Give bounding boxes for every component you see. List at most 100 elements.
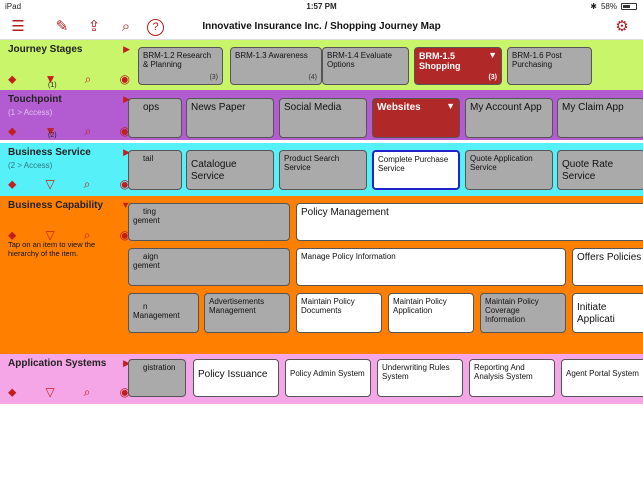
card-label: My Claim App — [562, 102, 624, 113]
gear-icon[interactable]: ⚙ — [612, 17, 632, 37]
touchpoint-card[interactable]: Social Media — [279, 98, 367, 138]
touchpoint-header: Touchpoint (1 > Access) ▶ ⬥ ▼ ⌕ ◉ (2) — [0, 90, 138, 140]
tag-icon[interactable]: ⬥ — [8, 177, 16, 192]
business-capability-header: Business Capability ▼ ⬥ ▽ ⌕ ◉ Tap on an … — [0, 196, 138, 354]
journey-stages-header: Journey Stages ▶ ⬥ ▼ ⌕ ◉ (1) — [0, 40, 138, 90]
card-label: Product Search Service — [284, 154, 340, 173]
touchpoint-card[interactable]: ops — [128, 98, 182, 138]
card-label: Agent Portal System — [566, 369, 639, 378]
capability-card[interactable]: aign gement — [128, 248, 290, 286]
card-label: News Paper — [191, 102, 246, 113]
journey-stages-row: Journey Stages ▶ ⬥ ▼ ⌕ ◉ (1) BRM-1.2 Res… — [0, 40, 643, 90]
card-label: aign gement — [133, 252, 160, 271]
toolbar: ☰ ✎ ⇪ ⌕ ? Innovative Insurance Inc. / Sh… — [0, 14, 643, 40]
capability-card[interactable]: Advertisements Management — [204, 293, 290, 333]
touchpoint-row: Touchpoint (1 > Access) ▶ ⬥ ▼ ⌕ ◉ (2) op… — [0, 90, 643, 140]
card-label: Complete Purchase Service — [378, 155, 449, 174]
stage-card[interactable]: BRM-1.2 Research & Planning (3) — [138, 47, 223, 85]
battery-percent: 58% — [600, 2, 617, 11]
application-card[interactable]: Policy Issuance — [193, 359, 279, 397]
application-card[interactable]: Reporting And Analysis System — [469, 359, 555, 397]
card-label: BRM-1.3 Awareness — [235, 51, 308, 60]
business-service-header: Business Service (2 > Access) ▶ ⬥ ▽ ⌕ ◉ — [0, 143, 138, 196]
service-card[interactable]: tail — [128, 150, 182, 190]
touchpoint-card[interactable]: My Account App — [465, 98, 553, 138]
touchpoint-card[interactable]: News Paper — [186, 98, 274, 138]
tag-icon[interactable]: ⬥ — [8, 385, 16, 400]
expand-arrow-icon[interactable]: ▶ — [123, 44, 130, 55]
stage-card[interactable]: BRM-1.3 Awareness (4) — [230, 47, 322, 85]
capability-card[interactable]: ting gement — [128, 203, 290, 241]
card-count: (3) — [209, 73, 218, 81]
filter-count: (1) — [48, 82, 57, 89]
capability-card[interactable]: Manage Policy Information — [296, 248, 566, 286]
card-label: Quote Rate Service — [562, 159, 614, 182]
business-capability-row: Business Capability ▼ ⬥ ▽ ⌕ ◉ Tap on an … — [0, 196, 643, 354]
service-card[interactable]: Catalogue Service — [186, 150, 274, 190]
card-label: Manage Policy Information — [301, 252, 396, 261]
capability-card[interactable]: Policy Management — [296, 203, 643, 241]
filter-count: (2) — [48, 132, 57, 139]
row-title: Business Service — [8, 147, 91, 158]
capability-card[interactable]: Maintain Policy Documents — [296, 293, 382, 333]
service-card-highlighted[interactable]: Complete Purchase Service — [372, 150, 460, 190]
card-label: BRM-1.2 Research & Planning — [143, 51, 212, 70]
card-label: ops — [143, 102, 160, 113]
status-right: ✱ 58% — [590, 2, 637, 11]
card-label: Offers Policies — [577, 252, 642, 263]
search-icon[interactable]: ⌕ — [84, 177, 91, 192]
row-tools: ⬥ ▽ ⌕ ◉ — [8, 385, 130, 400]
search-icon[interactable]: ⌕ — [85, 124, 92, 139]
card-label: Websites — [377, 102, 421, 113]
row-tools: ⬥ ▽ ⌕ ◉ — [8, 177, 130, 192]
application-card[interactable]: Agent Portal System — [561, 359, 643, 397]
filter-icon[interactable]: ▽ — [45, 177, 54, 192]
card-label: Underwriting Rules System — [382, 363, 450, 382]
service-card[interactable]: Quote Rate Service — [557, 150, 643, 190]
capability-card[interactable]: Maintain Policy Application — [388, 293, 474, 333]
application-systems-row: Application Systems ▶ ⬥ ▽ ⌕ ◉ gistration… — [0, 354, 643, 404]
card-label: BRM-1.4 Evaluate Options — [327, 51, 392, 70]
card-label: Advertisements Management — [209, 297, 265, 316]
stage-card[interactable]: BRM-1.4 Evaluate Options — [322, 47, 409, 85]
card-label: Reporting And Analysis System — [474, 363, 533, 382]
card-label: Policy Management — [301, 207, 389, 218]
bluetooth-icon: ✱ — [590, 2, 597, 11]
service-card[interactable]: Product Search Service — [279, 150, 367, 190]
row-title: Application Systems — [8, 358, 107, 369]
filter-icon: ▼ — [446, 101, 455, 111]
row-title: Business Capability — [8, 200, 104, 211]
application-card[interactable]: Underwriting Rules System — [377, 359, 463, 397]
card-label: Quote Application Service — [470, 154, 533, 173]
capability-card[interactable]: Initiate Applicati — [572, 293, 643, 333]
capability-card[interactable]: n Management — [128, 293, 199, 333]
row-subtitle: (2 > Access) — [8, 161, 53, 170]
row-subtitle: (1 > Access) — [8, 108, 53, 117]
row-title: Touchpoint — [8, 94, 62, 105]
tag-icon[interactable]: ⬥ — [8, 72, 16, 87]
search-icon[interactable]: ⌕ — [84, 385, 91, 400]
row-title: Journey Stages — [8, 44, 83, 55]
tag-icon[interactable]: ⬥ — [8, 124, 16, 139]
search-icon[interactable]: ⌕ — [85, 72, 92, 87]
status-time: 1:57 PM — [306, 2, 337, 11]
filter-icon: ▼ — [488, 50, 497, 60]
hint-text: Tap on an item to view the hierarchy of … — [8, 240, 96, 258]
capability-card[interactable]: Offers Policies — [572, 248, 643, 286]
application-card[interactable]: gistration — [128, 359, 186, 397]
filter-icon[interactable]: ▽ — [45, 385, 54, 400]
card-count: (4) — [308, 73, 317, 81]
capability-card[interactable]: Maintain Policy Coverage Information — [480, 293, 566, 333]
application-systems-header: Application Systems ▶ ⬥ ▽ ⌕ ◉ — [0, 354, 138, 404]
card-label: Maintain Policy Application — [393, 297, 447, 316]
service-card[interactable]: Quote Application Service — [465, 150, 553, 190]
row-tools: ⬥ ▼ ⌕ ◉ — [8, 124, 130, 139]
stage-card-selected[interactable]: BRM-1.5 Shopping ▼ (3) — [414, 47, 502, 85]
card-label: ting gement — [133, 207, 160, 226]
eye-icon[interactable]: ◉ — [120, 72, 130, 87]
touchpoint-card-selected[interactable]: Websites ▼ — [372, 98, 460, 138]
application-card[interactable]: Policy Admin System — [285, 359, 371, 397]
touchpoint-card[interactable]: My Claim App — [557, 98, 643, 138]
business-service-row: Business Service (2 > Access) ▶ ⬥ ▽ ⌕ ◉ … — [0, 143, 643, 196]
stage-card[interactable]: BRM-1.6 Post Purchasing — [507, 47, 592, 85]
